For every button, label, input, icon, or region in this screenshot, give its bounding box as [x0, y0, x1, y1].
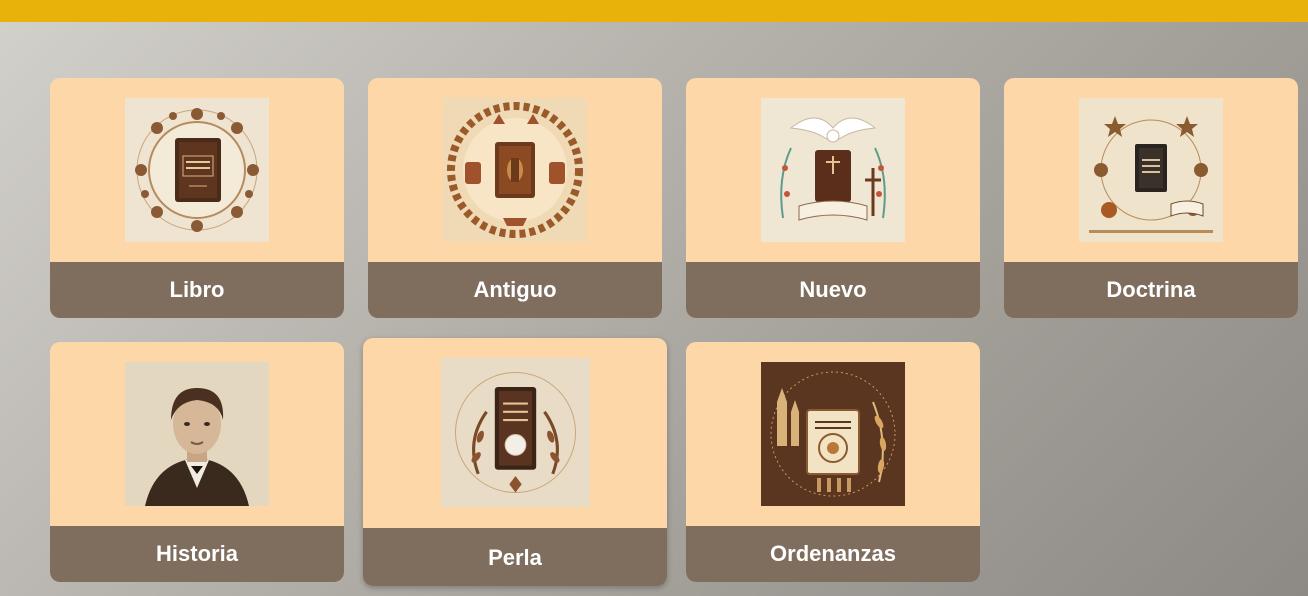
card-label: Doctrina [1004, 262, 1298, 318]
card-perla[interactable]: Perla [363, 338, 667, 586]
pearl-of-great-price-image [441, 358, 590, 507]
old-testament-image [443, 98, 587, 242]
card-label: Antiguo [368, 262, 662, 318]
historical-portrait-image [125, 362, 269, 506]
card-nuevo[interactable]: Nuevo [686, 78, 980, 318]
card-label: Historia [50, 526, 344, 582]
card-label: Perla [363, 528, 667, 586]
card-antiguo[interactable]: Antiguo [368, 78, 662, 318]
top-bar [0, 0, 1308, 22]
card-historia[interactable]: Historia [50, 342, 344, 582]
card-label: Nuevo [686, 262, 980, 318]
card-label: Ordenanzas [686, 526, 980, 582]
new-testament-image [761, 98, 905, 242]
book-of-mormon-image [125, 98, 269, 242]
doctrine-and-covenants-image [1079, 98, 1223, 242]
card-label: Libro [50, 262, 344, 318]
book-of-ordinances-image [761, 362, 905, 506]
card-doctrina[interactable]: Doctrina [1004, 78, 1298, 318]
card-libro[interactable]: Libro [50, 78, 344, 318]
card-ordenanzas[interactable]: Ordenanzas [686, 342, 980, 582]
